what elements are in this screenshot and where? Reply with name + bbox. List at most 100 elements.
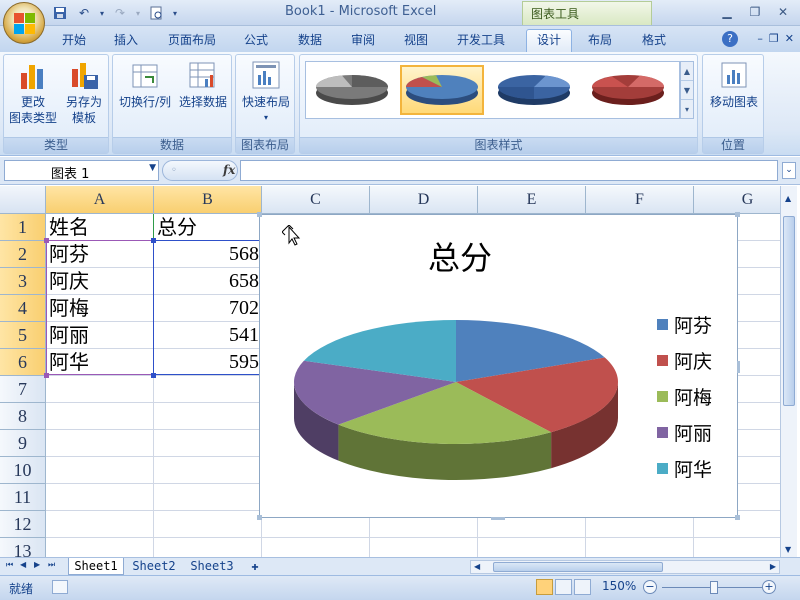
scroll-left-icon[interactable]: ◀ [474, 562, 480, 571]
workbook-minimize-icon[interactable]: – [757, 32, 763, 45]
cell-B3[interactable]: 658 [154, 268, 261, 295]
horizontal-scroll-thumb[interactable] [493, 562, 663, 572]
legend-item[interactable]: 阿华 [657, 455, 712, 481]
insert-sheet-icon[interactable]: ✚ [244, 558, 266, 575]
prev-sheet-icon[interactable]: ◀ [20, 560, 26, 569]
move-chart-button[interactable]: 移动图表 [705, 59, 763, 110]
column-header-G[interactable]: G [694, 186, 780, 214]
tab-page-layout[interactable]: 页面布局 [160, 30, 224, 50]
cell-A4[interactable]: 阿梅 [46, 295, 153, 322]
save-icon[interactable] [50, 4, 70, 22]
macro-record-icon[interactable] [52, 580, 68, 594]
tab-design[interactable]: 设计 [526, 29, 572, 53]
print-preview-icon[interactable] [146, 4, 166, 22]
insert-function-icon[interactable]: fx [223, 163, 235, 177]
tab-developer[interactable]: 开发工具 [448, 30, 514, 50]
cell-A2[interactable]: 阿芬 [46, 241, 153, 268]
page-layout-view-icon[interactable] [555, 579, 572, 595]
restore-icon[interactable]: ❐ [742, 2, 768, 22]
chart-resize-handle[interactable] [491, 517, 505, 520]
column-header-F[interactable]: F [586, 186, 694, 214]
cell-A1[interactable]: 姓名 [46, 214, 153, 241]
horizontal-scrollbar[interactable]: ◀ ▶ [470, 560, 780, 574]
zoom-out-icon[interactable]: − [643, 580, 657, 594]
row-header-3[interactable]: 3 [0, 268, 46, 295]
cell-B6[interactable]: 595 [154, 349, 261, 376]
row-header-7[interactable]: 7 [0, 376, 46, 403]
select-data-button[interactable]: 选择数据 [175, 59, 231, 110]
change-chart-type-button[interactable]: 更改 图表类型 [8, 59, 58, 126]
row-header-2[interactable]: 2 [0, 241, 46, 268]
legend-item[interactable]: 阿庆 [657, 347, 712, 373]
cell-A6[interactable]: 阿华 [46, 349, 153, 376]
formula-expand-icon[interactable]: ⌄ [782, 162, 796, 179]
scroll-down-icon[interactable]: ▼ [785, 545, 791, 554]
chart-resize-handle[interactable] [735, 515, 740, 520]
office-button[interactable] [3, 2, 45, 44]
vertical-scrollbar[interactable]: ▲ ▼ [780, 186, 797, 558]
chart-style-blue[interactable] [492, 65, 576, 115]
chart-style-red[interactable] [586, 65, 670, 115]
gallery-scroll-down-icon[interactable]: ▼ [681, 81, 693, 100]
sheet-tab-2[interactable]: Sheet2 [126, 558, 182, 575]
legend-item[interactable]: 阿芬 [657, 311, 712, 337]
chart-object[interactable]: 总分 阿芬 阿庆 阿梅 阿丽 阿华 [257, 212, 740, 520]
page-break-view-icon[interactable] [574, 579, 591, 595]
row-header-1[interactable]: 1 [0, 214, 46, 241]
column-header-A[interactable]: A [46, 186, 154, 214]
row-header-4[interactable]: 4 [0, 295, 46, 322]
row-header-10[interactable]: 10 [0, 457, 46, 484]
gallery-scroll-up-icon[interactable]: ▲ [681, 62, 693, 81]
row-header-11[interactable]: 11 [0, 484, 46, 511]
chart-resize-handle[interactable] [257, 212, 262, 217]
help-icon[interactable]: ? [722, 31, 738, 47]
row-header-8[interactable]: 8 [0, 403, 46, 430]
row-header-12[interactable]: 12 [0, 511, 46, 538]
vertical-scroll-thumb[interactable] [783, 216, 795, 406]
cell-B4[interactable]: 702 [154, 295, 261, 322]
name-box-dropdown-icon[interactable]: ▼ [149, 163, 156, 173]
first-sheet-icon[interactable]: ⏮ [6, 560, 13, 570]
zoom-level[interactable]: 150% [602, 579, 636, 593]
tab-formulas[interactable]: 公式 [236, 30, 276, 50]
workbook-close-icon[interactable]: ✕ [785, 32, 794, 45]
chart-legend[interactable]: 阿芬 阿庆 阿梅 阿丽 阿华 [657, 311, 737, 491]
column-header-B[interactable]: B [154, 186, 262, 214]
legend-item[interactable]: 阿梅 [657, 383, 712, 409]
cell-B1[interactable]: 总分 [154, 214, 261, 241]
next-sheet-icon[interactable]: ▶ [34, 560, 40, 569]
zoom-in-icon[interactable]: + [762, 580, 776, 594]
sheet-tab-3[interactable]: Sheet3 [184, 558, 240, 575]
chart-resize-handle[interactable] [735, 212, 740, 217]
normal-view-icon[interactable] [536, 579, 553, 595]
tab-view[interactable]: 视图 [396, 30, 436, 50]
cell-A5[interactable]: 阿丽 [46, 322, 153, 349]
undo-dropdown-icon[interactable]: ▾ [98, 4, 106, 22]
pie-chart-plot[interactable] [286, 287, 626, 517]
cell-B2[interactable]: 568 [154, 241, 261, 268]
chart-resize-handle[interactable] [737, 361, 740, 373]
chart-resize-handle[interactable] [257, 515, 262, 520]
row-header-13[interactable]: 13 [0, 538, 46, 558]
tab-layout[interactable]: 布局 [580, 30, 620, 50]
sheet-tab-1[interactable]: Sheet1 [68, 558, 124, 575]
name-box[interactable]: 图表 1 ▼ [4, 160, 159, 182]
close-icon[interactable]: ✕ [770, 2, 796, 22]
select-all-corner[interactable] [0, 186, 46, 214]
tab-insert[interactable]: 插入 [106, 30, 146, 50]
scroll-right-icon[interactable]: ▶ [770, 562, 776, 571]
formula-splitter-icon[interactable]: ◦ [171, 165, 177, 176]
minimize-icon[interactable]: ▁ [714, 2, 740, 22]
scroll-up-icon[interactable]: ▲ [785, 194, 791, 203]
cell-A3[interactable]: 阿庆 [46, 268, 153, 295]
quick-layout-button[interactable]: 快速布局 ▾ [238, 59, 294, 126]
column-header-D[interactable]: D [370, 186, 478, 214]
row-header-9[interactable]: 9 [0, 430, 46, 457]
tab-home[interactable]: 开始 [54, 30, 94, 50]
column-header-C[interactable]: C [262, 186, 370, 214]
tab-format[interactable]: 格式 [634, 30, 674, 50]
switch-row-column-button[interactable]: 切换行/列 [115, 59, 175, 110]
redo-dropdown-icon[interactable]: ▾ [134, 4, 142, 22]
gallery-more-icon[interactable]: ▾ [681, 100, 693, 119]
row-header-6[interactable]: 6 [0, 349, 46, 376]
